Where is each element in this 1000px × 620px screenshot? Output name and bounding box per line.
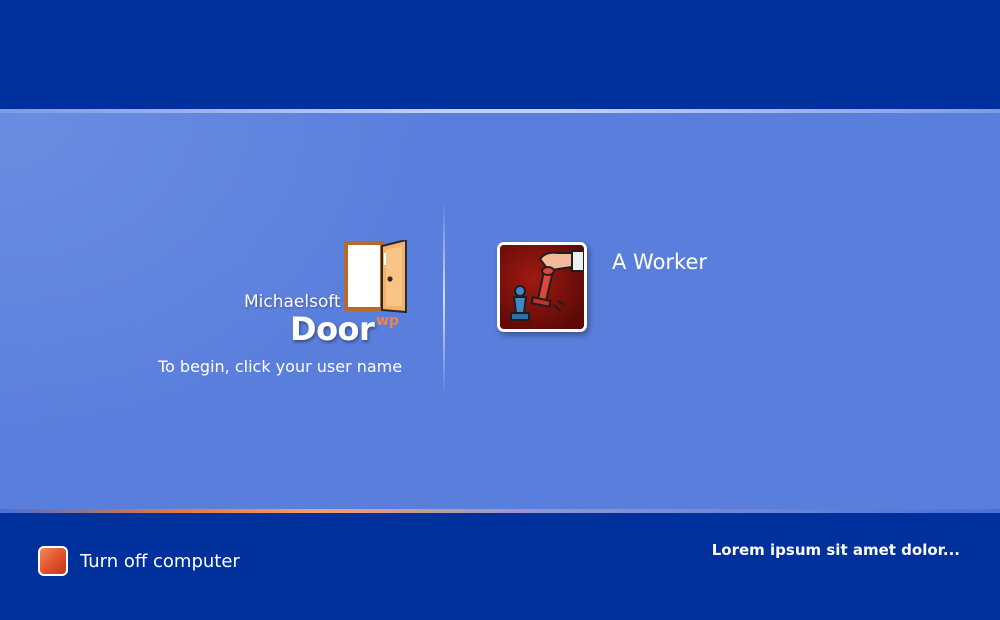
user-name[interactable]: A Worker — [612, 250, 707, 274]
top-band — [0, 0, 1000, 109]
logo-product-text: Door — [290, 310, 375, 348]
power-icon[interactable] — [38, 546, 68, 576]
vertical-divider — [443, 201, 445, 397]
footer-text: Lorem ipsum sit amet dolor... — [711, 541, 960, 559]
turn-off-button[interactable]: Turn off computer — [38, 546, 240, 576]
user-tile-a-worker[interactable]: A Worker — [497, 242, 797, 342]
logo-brand-text: Michaelsoft — [244, 292, 341, 312]
user-avatar[interactable] — [497, 242, 587, 332]
turn-off-label[interactable]: Turn off computer — [80, 551, 240, 572]
instruction-text: To begin, click your user name — [158, 357, 403, 376]
door-icon — [344, 240, 407, 314]
chess-knockdown-icon — [500, 245, 584, 329]
logo: Michaelsoft Door wp — [240, 240, 420, 350]
logo-edition-text: wp — [376, 313, 399, 329]
